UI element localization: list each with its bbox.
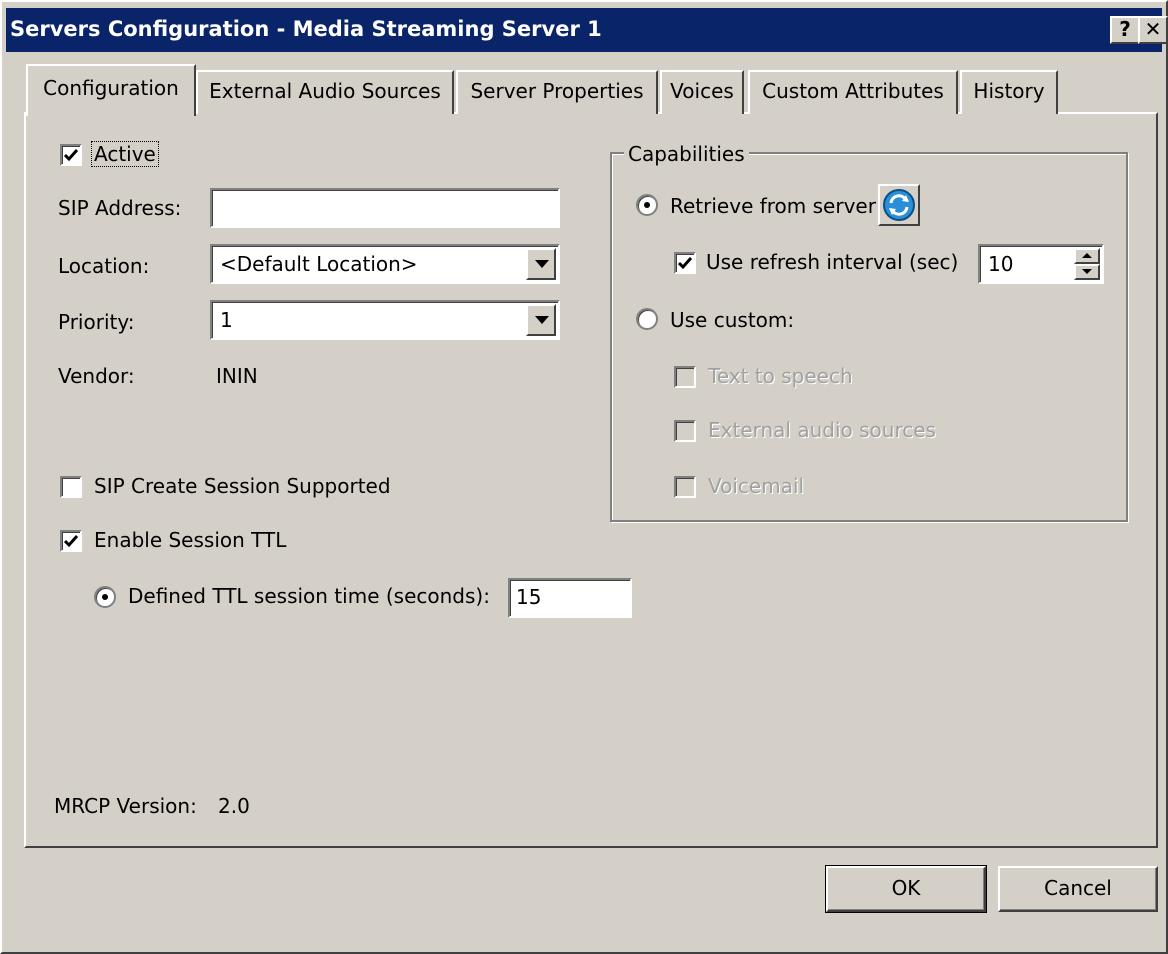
title-bar[interactable]: Servers Configuration - Media Streaming … (6, 8, 1168, 52)
defined-ttl-radio[interactable] (94, 586, 116, 608)
checkmark-icon (64, 149, 78, 162)
enable-session-ttl-checkbox[interactable] (60, 530, 82, 552)
close-button[interactable]: ✕ (1138, 16, 1168, 44)
retrieve-from-server-label: Retrieve from server (670, 194, 876, 218)
sip-create-session-label: SIP Create Session Supported (94, 474, 391, 498)
spinner-down-icon[interactable] (1074, 264, 1100, 280)
text-to-speech-label: Text to speech (708, 364, 853, 388)
refresh-icon (883, 189, 915, 221)
priority-value: 1 (220, 308, 233, 332)
mrcp-version-label: MRCP Version: (54, 794, 197, 818)
sip-address-label: SIP Address: (58, 196, 182, 220)
checkmark-icon (64, 535, 78, 548)
radio-selected-dot (102, 594, 108, 600)
defined-ttl-label: Defined TTL session time (seconds): (128, 584, 490, 608)
location-label: Location: (58, 254, 150, 278)
active-label: Active (91, 141, 159, 167)
vendor-value: ININ (216, 364, 258, 388)
external-audio-sources-label: External audio sources (708, 418, 936, 442)
location-value: <Default Location> (220, 252, 418, 276)
refresh-interval-value: 10 (988, 252, 1014, 276)
sip-create-session-checkbox[interactable] (60, 476, 82, 498)
retrieve-from-server-radio[interactable] (636, 194, 658, 216)
capabilities-legend: Capabilities (624, 142, 749, 166)
spinner-up-icon[interactable] (1074, 248, 1100, 264)
sip-address-input[interactable] (210, 188, 560, 228)
use-custom-label: Use custom: (670, 308, 795, 332)
refresh-button[interactable] (878, 184, 920, 226)
cancel-button[interactable]: Cancel (998, 866, 1158, 912)
tab-configuration[interactable]: Configuration (26, 64, 196, 116)
chevron-down-icon[interactable] (526, 304, 556, 336)
priority-label: Priority: (58, 310, 135, 334)
chevron-down-icon[interactable] (526, 248, 556, 280)
defined-ttl-input[interactable]: 15 (508, 578, 632, 618)
vendor-label: Vendor: (58, 364, 135, 388)
refresh-interval-spinner[interactable]: 10 (978, 244, 1104, 284)
checkmark-icon (678, 257, 692, 270)
use-custom-radio[interactable] (636, 308, 658, 330)
tab-history[interactable]: History (960, 70, 1058, 114)
tab-custom-attributes[interactable]: Custom Attributes (748, 70, 958, 114)
location-dropdown[interactable]: <Default Location> (210, 244, 560, 284)
enable-session-ttl-label: Enable Session TTL (94, 528, 287, 552)
voicemail-label: Voicemail (708, 474, 805, 498)
text-to-speech-checkbox[interactable] (674, 366, 696, 388)
use-refresh-interval-label: Use refresh interval (sec) (706, 250, 959, 274)
external-audio-sources-checkbox[interactable] (674, 420, 696, 442)
tab-external-audio-sources[interactable]: External Audio Sources (196, 70, 454, 114)
ok-button[interactable]: OK (825, 865, 987, 913)
window-title: Servers Configuration - Media Streaming … (10, 17, 602, 41)
tab-server-properties[interactable]: Server Properties (456, 70, 658, 114)
help-button[interactable]: ? (1110, 16, 1140, 44)
priority-dropdown[interactable]: 1 (210, 300, 560, 340)
use-refresh-interval-checkbox[interactable] (674, 252, 696, 274)
tab-voices[interactable]: Voices (660, 70, 744, 114)
mrcp-version-value: 2.0 (218, 794, 250, 818)
active-checkbox[interactable] (60, 144, 82, 166)
radio-selected-dot (644, 202, 650, 208)
voicemail-checkbox[interactable] (674, 476, 696, 498)
